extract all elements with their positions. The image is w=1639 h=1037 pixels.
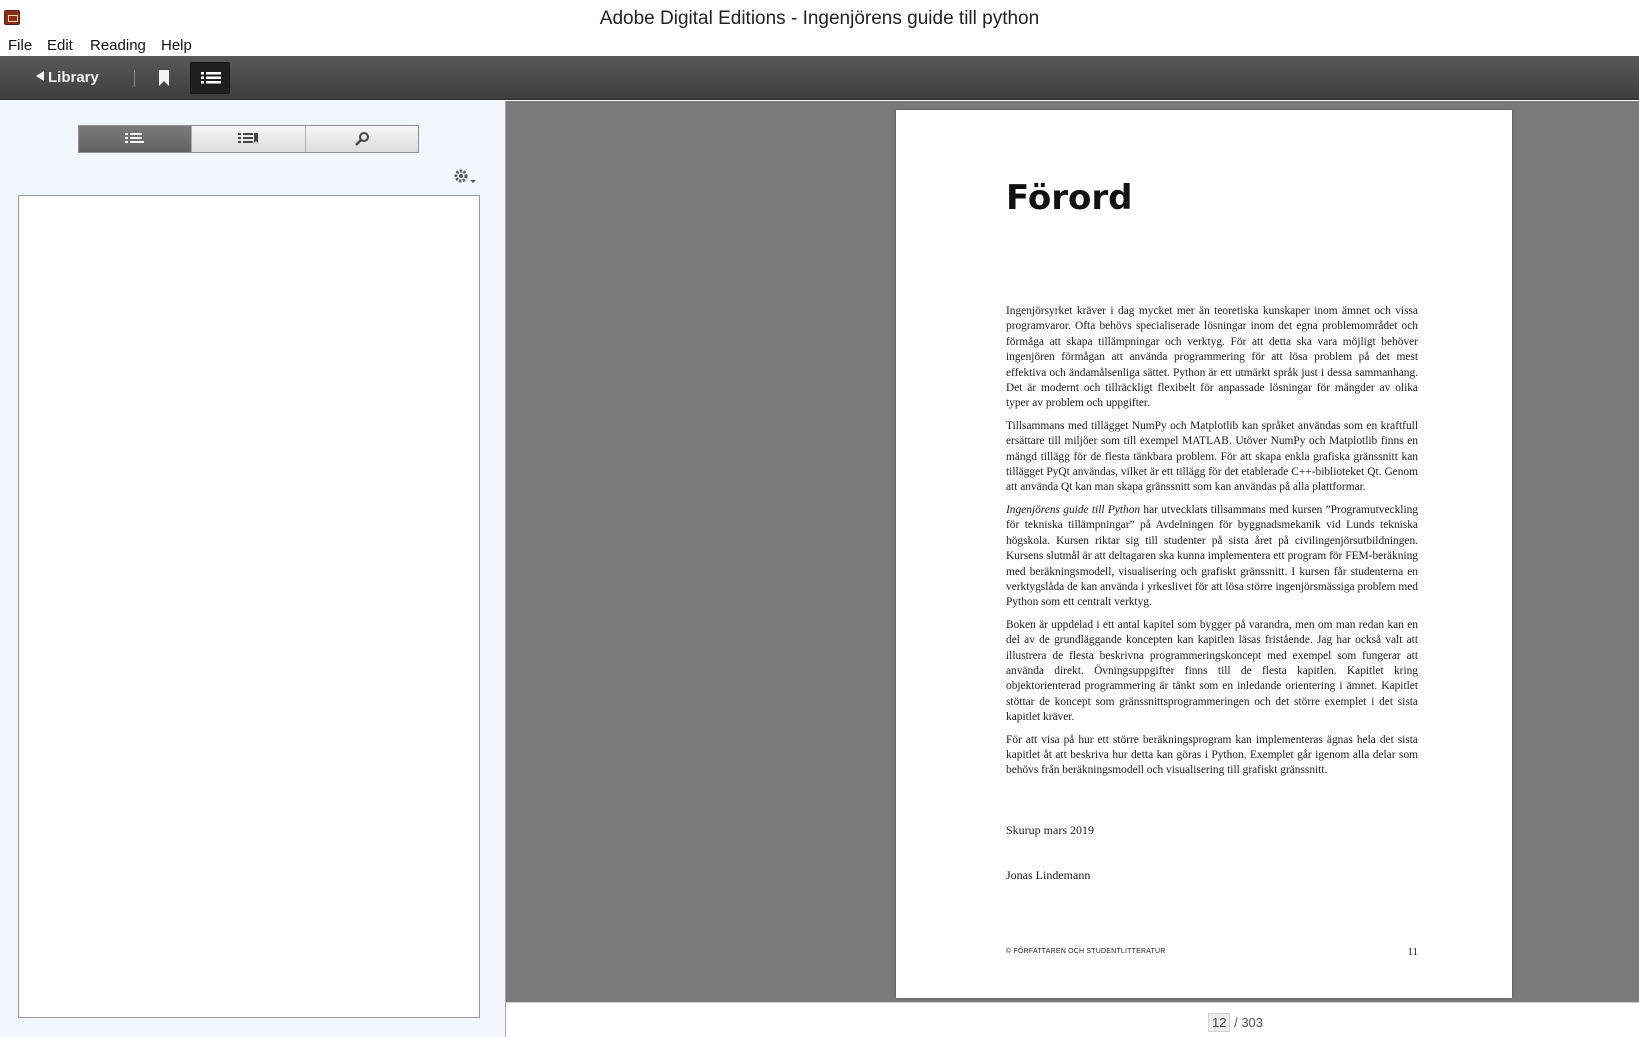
status-bar: 12 / 303: [506, 1002, 1639, 1037]
menu-reading[interactable]: Reading: [90, 36, 146, 56]
total-pages: / 303: [1234, 1015, 1264, 1030]
reading-area[interactable]: Förord Ingenjörsyrket kräver i dag mycke…: [506, 101, 1639, 1002]
menu-bar: File Edit Reading Help: [0, 36, 1639, 56]
toc-icon: [125, 133, 145, 143]
page-heading: Förord: [1006, 178, 1133, 218]
paragraph: Boken är uppdelad i ett antal kapitel so…: [1006, 618, 1418, 724]
window-title: Adobe Digital Editions - Ingenjörens gui…: [599, 8, 1040, 29]
bookmark-button[interactable]: [156, 68, 172, 88]
tab-bookmarks[interactable]: [192, 126, 306, 152]
book-page[interactable]: Förord Ingenjörsyrket kräver i dag mycke…: [896, 110, 1512, 998]
library-button[interactable]: Library: [36, 68, 99, 88]
toolbar-separator: [134, 70, 135, 87]
toc-toggle-button[interactable]: [190, 62, 230, 94]
page-navigator: 12 / 303: [1208, 1013, 1263, 1032]
menu-help[interactable]: Help: [161, 36, 192, 56]
menu-file[interactable]: File: [8, 36, 32, 56]
search-icon: [354, 132, 369, 146]
place-date: Skurup mars 2019: [1006, 823, 1094, 837]
paragraph: För att visa på hur ett större beräkning…: [1006, 733, 1418, 777]
tab-table-of-contents[interactable]: [79, 126, 193, 152]
bookmark-icon: [159, 70, 169, 86]
left-panel: [0, 101, 506, 1037]
toc-list[interactable]: [18, 195, 480, 1018]
menu-edit[interactable]: Edit: [47, 36, 73, 56]
paragraph-text: har utvecklats tillsammans med kursen ”P…: [1006, 503, 1418, 609]
italic-book-title: Ingenjörens guide till Python: [1006, 503, 1141, 516]
author-name: Jonas Lindemann: [1006, 868, 1091, 882]
panel-tabs: [78, 125, 419, 153]
toolbar: Library: [0, 56, 1639, 100]
current-page-input[interactable]: 12: [1208, 1013, 1231, 1032]
page-footer-number: 11: [1407, 946, 1418, 958]
back-arrow-icon: [36, 71, 44, 81]
gear-icon: [454, 169, 476, 183]
paragraph: Ingenjörsyrket kräver i dag mycket mer ä…: [1006, 305, 1418, 410]
page-body: Ingenjörsyrket kräver i dag mycket mer ä…: [1006, 304, 1418, 786]
library-label: Library: [48, 69, 99, 86]
paragraph: Tillsammans med tillägget NumPy och Matp…: [1006, 419, 1418, 494]
paragraph: Ingenjörens guide till Python har utveck…: [1006, 503, 1418, 611]
title-bar: Adobe Digital Editions - Ingenjörens gui…: [0, 0, 1639, 40]
tab-search[interactable]: [305, 126, 418, 152]
page-footer-copyright: © FÖRFATTAREN OCH STUDENTLITTERATUR: [1006, 948, 1166, 955]
bookmarks-icon: [238, 133, 259, 143]
panel-options-button[interactable]: [452, 167, 478, 187]
table-of-contents-icon: [201, 72, 221, 84]
